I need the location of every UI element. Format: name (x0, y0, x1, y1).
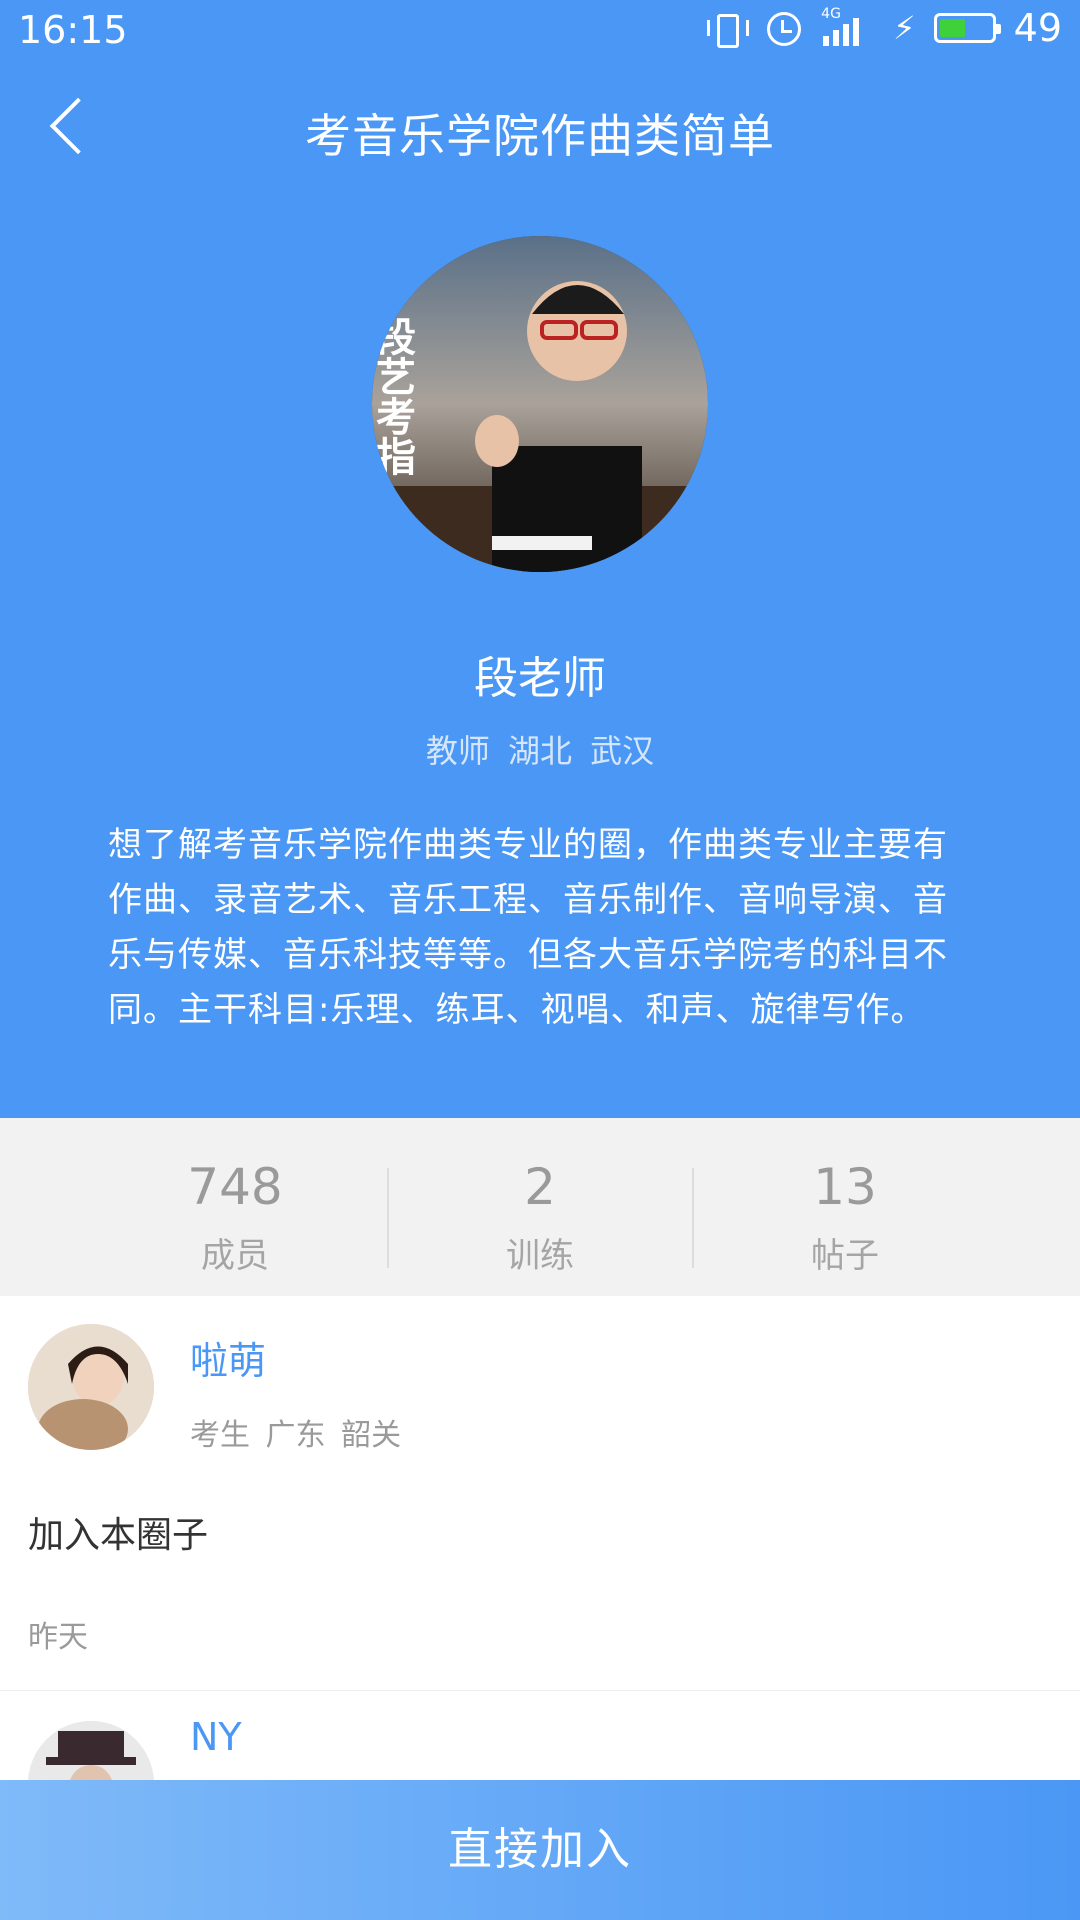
stat-training-value: 2 (524, 1158, 556, 1216)
user-avatar-image (28, 1721, 154, 1780)
activity-time: 昨天 (28, 1620, 88, 1655)
stat-members[interactable]: 748 成员 (85, 1118, 385, 1296)
teacher-role: 教师 (425, 732, 490, 770)
vibrate-icon (705, 8, 750, 48)
teacher-avatar[interactable]: 段艺考指 (372, 236, 708, 572)
teacher-name: 段老师 (474, 653, 606, 704)
activity-item[interactable]: 啦萌 考生 广东 韶关 加入本圈子 昨天 (0, 1296, 1080, 1690)
stat-members-value: 748 (187, 1158, 283, 1216)
status-icons: 4G ⚡ 49 (705, 6, 1062, 50)
battery-icon (933, 13, 1001, 43)
alarm-icon (763, 8, 803, 48)
circle-description: 想了解考音乐学院作曲类专业的圈，作曲类专业主要有作曲、录音艺术、音乐工程、音乐制… (108, 825, 948, 1030)
stat-divider (387, 1168, 389, 1268)
activity-item[interactable]: NY (0, 1691, 1080, 1780)
user-avatar-image (28, 1324, 154, 1450)
user-avatar[interactable] (28, 1721, 154, 1780)
signal-icon: 4G (821, 6, 875, 48)
stat-posts-label: 帖子 (811, 1236, 879, 1276)
teacher-avatar-image: 段艺考指 (372, 236, 708, 572)
user-role: 考生 (190, 1418, 250, 1453)
stat-posts[interactable]: 13 帖子 (695, 1118, 995, 1296)
stats-bar: 748 成员 2 训练 13 帖子 (0, 1118, 1080, 1296)
stat-divider (692, 1168, 694, 1268)
status-bar: 16:15 4G ⚡ 49 (0, 0, 1080, 60)
user-meta: 考生 广东 韶关 (190, 1410, 401, 1454)
stat-members-label: 成员 (201, 1236, 269, 1276)
user-location: 广东 韶关 (265, 1418, 402, 1453)
user-avatar[interactable] (28, 1324, 154, 1450)
activity-text: 加入本圈子 (28, 1515, 209, 1556)
stat-posts-value: 13 (813, 1158, 877, 1216)
battery-percent: 49 (1013, 6, 1062, 50)
status-time: 16:15 (18, 8, 128, 52)
join-directly-button[interactable]: 直接加入 (0, 1780, 1080, 1920)
user-name[interactable]: NY (190, 1715, 242, 1759)
stat-training-label: 训练 (506, 1236, 574, 1276)
teacher-meta: 教师 湖北 武汉 (0, 726, 1080, 772)
charging-icon: ⚡ (893, 9, 916, 47)
page-title: 考音乐学院作曲类简单 (305, 109, 775, 163)
user-name[interactable]: 啦萌 (190, 1330, 266, 1385)
teacher-location: 湖北 武汉 (508, 732, 655, 770)
stat-training[interactable]: 2 训练 (390, 1118, 690, 1296)
battery-fill (939, 19, 965, 37)
